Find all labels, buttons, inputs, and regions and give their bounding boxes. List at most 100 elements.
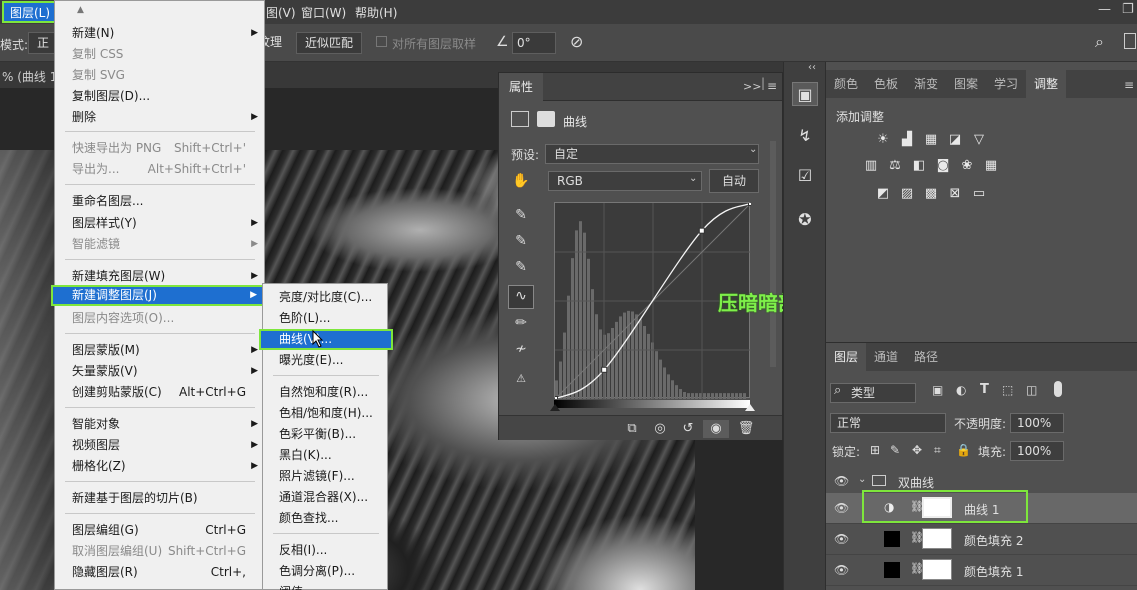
reset-icon[interactable]: ↺ — [679, 420, 697, 438]
color-lookup-icon[interactable]: ▦ — [982, 158, 1000, 174]
menu-item-video-layer[interactable]: 视频图层 ▶ — [55, 435, 264, 456]
layer-filter-select[interactable]: 类型 — [830, 383, 916, 403]
layer-row[interactable]: 👁 ⛓ 颜色填充 1 — [826, 555, 1137, 586]
visibility-eye-icon[interactable]: 👁 — [834, 501, 849, 515]
exposure-icon[interactable]: ◪ — [946, 132, 964, 148]
levels-icon[interactable]: ▟ — [898, 132, 916, 148]
fill-input[interactable]: 100% — [1010, 441, 1064, 461]
history-icon[interactable]: ↯ — [792, 124, 818, 148]
menu-item-delete[interactable]: 删除 ▶ — [55, 107, 264, 128]
properties-tab[interactable]: 属性 — [499, 73, 544, 101]
notes-icon[interactable]: ☑ — [792, 164, 818, 188]
menu-item-export-as[interactable]: 导出为... Alt+Shift+Ctrl+' — [55, 159, 264, 180]
clip-to-layer-icon[interactable]: ⧉ — [623, 420, 641, 438]
clipping-warning-icon[interactable]: ⚠ — [511, 369, 531, 389]
menu-item-hide-layers[interactable]: 隐藏图层(R) Ctrl+, — [55, 562, 264, 583]
threshold-icon[interactable]: ▩ — [922, 186, 940, 202]
filter-adjust-icon[interactable]: ◐ — [956, 383, 966, 397]
menu-item-rename-layer[interactable]: 重命名图层... — [55, 191, 264, 212]
curve-control-point[interactable] — [698, 227, 705, 234]
submenu-item-posterize[interactable]: 色调分离(P)... — [263, 561, 387, 582]
scrollbar[interactable] — [770, 141, 776, 367]
invert-icon[interactable]: ◩ — [874, 186, 892, 202]
targeted-adjust-icon[interactable]: ✋ — [511, 171, 531, 191]
mode-select[interactable]: 正常 — [28, 32, 56, 54]
visibility-eye-icon[interactable]: 👁 — [834, 532, 849, 546]
brightness-icon[interactable]: ☀ — [874, 132, 892, 148]
layer-mask-thumbnail[interactable] — [922, 528, 952, 549]
black-white-icon[interactable]: ◧ — [910, 158, 928, 174]
sample-white-eyedropper-icon[interactable]: ✎ — [511, 257, 531, 277]
white-point-slider[interactable] — [745, 404, 755, 411]
tab-adjustments[interactable]: 调整 — [1026, 70, 1067, 98]
submenu-item-photo-filter[interactable]: 照片滤镜(F)... — [263, 466, 387, 487]
search-icon[interactable]: ⌕ — [1095, 32, 1104, 52]
submenu-item-curves[interactable]: 曲线(V)... — [259, 329, 393, 350]
trash-icon[interactable]: 🗑 — [737, 420, 755, 438]
panel-menu-icon[interactable]: ≡ — [767, 79, 777, 93]
vibrance-icon[interactable]: ▽ — [970, 132, 988, 148]
menu-item-create-clipping-mask[interactable]: 创建剪贴蒙版(C) Alt+Ctrl+G — [55, 382, 264, 403]
curve-control-point[interactable] — [748, 200, 754, 206]
menu-item-copy-css[interactable]: 复制 CSS — [55, 44, 264, 65]
submenu-item-threshold[interactable]: 阈值 — [263, 582, 387, 590]
visibility-icon[interactable]: ◉ — [703, 420, 729, 438]
submenu-item-invert[interactable]: 反相(I)... — [263, 540, 387, 561]
minimize-icon[interactable]: — — [1098, 2, 1111, 17]
tab-channels[interactable]: 通道 — [866, 343, 906, 371]
menu-item-new-layer-based-slice[interactable]: 新建基于图层的切片(B) — [55, 488, 264, 509]
mask-icon[interactable] — [537, 111, 555, 127]
filter-pixel-icon[interactable]: ▣ — [932, 383, 943, 397]
tab-paths[interactable]: 路径 — [906, 343, 946, 371]
collapse-arrows-icon[interactable]: ‹‹ — [808, 62, 816, 73]
tab-gradients[interactable]: 渐变 — [906, 70, 946, 98]
menu-item-copy-svg[interactable]: 复制 SVG — [55, 65, 264, 86]
black-point-slider[interactable] — [550, 404, 560, 411]
submenu-item-hue-saturation[interactable]: 色相/饱和度(H)... — [263, 403, 387, 424]
filter-toggle[interactable] — [1054, 381, 1062, 397]
maximize-icon[interactable]: ❐ — [1122, 2, 1134, 17]
menu-item-layer-mask[interactable]: 图层蒙版(M) ▶ — [55, 340, 264, 361]
submenu-item-color-lookup[interactable]: 颜色查找... — [263, 508, 387, 529]
menu-item-new-adjustment-layer[interactable]: 新建调整图层(J) ▶ — [51, 285, 265, 306]
menu-item-new[interactable]: 新建(N) ▶ — [55, 23, 264, 44]
posterize-icon[interactable]: ▨ — [898, 186, 916, 202]
submenu-item-brightness-contrast[interactable]: 亮度/对比度(C)... — [263, 287, 387, 308]
submenu-item-vibrance[interactable]: 自然饱和度(R)... — [263, 382, 387, 403]
curves-icon[interactable]: ▦ — [922, 132, 940, 148]
submenu-item-color-balance[interactable]: 色彩平衡(B)... — [263, 424, 387, 445]
lock-artboard-icon[interactable]: ⌗ — [934, 443, 941, 458]
gradient-map-icon[interactable]: ▭ — [970, 186, 988, 202]
workspace-icon[interactable] — [1124, 33, 1136, 49]
lock-all-icon[interactable]: 🔒 — [956, 443, 971, 457]
menu-item-new-fill-layer[interactable]: 新建填充图层(W) ▶ — [55, 266, 264, 287]
menu-window[interactable]: 窗口(W) — [301, 4, 346, 21]
submenu-item-black-white[interactable]: 黑白(K)... — [263, 445, 387, 466]
visibility-eye-icon[interactable]: 👁 — [834, 474, 849, 488]
layer-mask-thumbnail[interactable] — [922, 559, 952, 580]
filter-smart-icon[interactable]: ◫ — [1026, 383, 1037, 397]
tab-color[interactable]: 颜色 — [826, 70, 866, 98]
blend-mode-select[interactable]: 正常 — [830, 413, 946, 433]
menu-item-quick-export[interactable]: 快速导出为 PNG Shift+Ctrl+' — [55, 138, 264, 159]
channel-mixer-icon[interactable]: ❀ — [958, 158, 976, 174]
menu-item-smart-filter[interactable]: 智能滤镜 ▶ — [55, 234, 264, 255]
smooth-curve-icon[interactable]: ≁ — [511, 339, 531, 359]
menu-item-smart-object[interactable]: 智能对象 ▶ — [55, 414, 264, 435]
selective-color-icon[interactable]: ⊠ — [946, 186, 964, 202]
hue-saturation-icon[interactable]: ▥ — [862, 158, 880, 174]
filter-shape-icon[interactable]: ⬚ — [1002, 383, 1013, 397]
menu-view[interactable]: 图(V) — [266, 4, 296, 21]
menu-item-rasterize[interactable]: 栅格化(Z) ▶ — [55, 456, 264, 477]
visibility-eye-icon[interactable]: 👁 — [834, 563, 849, 577]
curve-control-point[interactable] — [552, 396, 558, 402]
tab-layers[interactable]: 图层 — [826, 343, 867, 371]
lock-transparent-icon[interactable]: ⊞ — [870, 443, 880, 457]
opacity-input[interactable]: 100% — [1010, 413, 1064, 433]
chevron-down-icon[interactable]: ⌄ — [858, 474, 866, 485]
panel-menu-icon[interactable]: ≡ — [1124, 78, 1134, 92]
collapse-icon[interactable]: >> — [743, 80, 761, 93]
view-previous-icon[interactable]: ◎ — [651, 420, 669, 438]
sample-all-checkbox[interactable] — [376, 36, 387, 47]
scroll-up-icon[interactable]: ▲ — [77, 5, 84, 15]
